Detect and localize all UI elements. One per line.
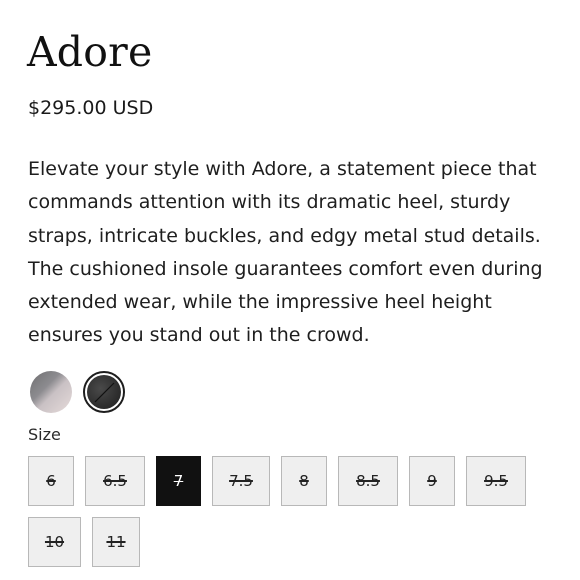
size-option-7[interactable]: 7: [156, 456, 201, 506]
product-price: $295.00 USD: [28, 97, 154, 119]
size-option-6-5[interactable]: 6.5: [85, 456, 145, 506]
size-option-8[interactable]: 8: [281, 456, 327, 506]
size-option-10[interactable]: 10: [28, 517, 81, 567]
product-title: Adore: [27, 28, 153, 76]
size-option-8-5[interactable]: 8.5: [338, 456, 398, 506]
size-option-9[interactable]: 9: [409, 456, 455, 506]
size-option-11[interactable]: 11: [92, 517, 140, 567]
product-description: Elevate your style with Adore, a stateme…: [28, 158, 543, 347]
unavailable-slash-icon: [94, 382, 115, 403]
size-option-7-5[interactable]: 7.5: [212, 456, 270, 506]
size-label: Size: [28, 425, 61, 444]
color-swatch-charcoal[interactable]: [83, 371, 125, 413]
color-swatches: [30, 371, 125, 413]
size-option-9-5[interactable]: 9.5: [466, 456, 526, 506]
size-options: 6 6.5 7 7.5 8 8.5 9 9.5 10 11: [28, 456, 548, 567]
color-swatch-light[interactable]: [30, 371, 72, 413]
size-option-6[interactable]: 6: [28, 456, 74, 506]
